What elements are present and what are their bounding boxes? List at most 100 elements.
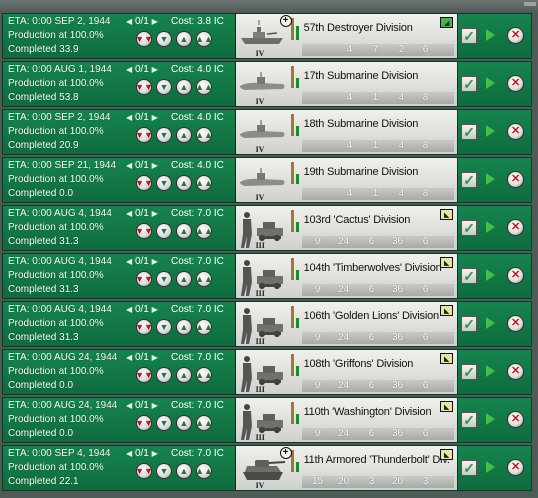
double-down-arrow-icon[interactable]: ▼▼ bbox=[135, 79, 153, 95]
close-icon[interactable]: ✕ bbox=[507, 123, 525, 140]
down-arrow-icon[interactable]: ▼ bbox=[156, 271, 172, 287]
up-arrow-icon[interactable]: ▲ bbox=[176, 127, 192, 143]
unit-card[interactable]: III 110th 'Washington' Division 9 24 6 36 6 … bbox=[234, 398, 458, 442]
unit-card[interactable]: IV 19th Submarine Division 4 1 4 8 bbox=[234, 158, 458, 202]
double-up-arrow-icon[interactable]: ▲▲ bbox=[195, 271, 213, 287]
unit-card[interactable]: III 103rd 'Cactus' Division 9 24 6 36 6 ◣ bbox=[234, 206, 458, 250]
double-up-arrow-icon[interactable]: ▲▲ bbox=[195, 319, 213, 335]
check-icon[interactable]: ✓ bbox=[461, 172, 478, 188]
check-icon[interactable]: ✓ bbox=[461, 124, 478, 140]
double-up-arrow-icon[interactable]: ▲▲ bbox=[195, 367, 213, 383]
down-arrow-icon[interactable]: ▼ bbox=[156, 31, 172, 47]
quantity-decrease-arrow[interactable]: ◀ bbox=[126, 401, 132, 410]
play-icon[interactable] bbox=[486, 221, 496, 233]
check-icon[interactable]: ✓ bbox=[461, 220, 478, 236]
down-arrow-icon[interactable]: ▼ bbox=[156, 127, 172, 143]
down-arrow-icon[interactable]: ▼ bbox=[156, 175, 172, 191]
play-icon[interactable] bbox=[486, 77, 496, 89]
quantity-decrease-arrow[interactable]: ◀ bbox=[126, 113, 132, 122]
quantity-increase-arrow[interactable]: ▶ bbox=[152, 209, 158, 218]
double-down-arrow-icon[interactable]: ▼▼ bbox=[135, 127, 153, 143]
double-down-arrow-icon[interactable]: ▼▼ bbox=[135, 319, 153, 335]
close-icon[interactable]: ✕ bbox=[507, 75, 525, 92]
play-icon[interactable] bbox=[486, 461, 496, 473]
double-down-arrow-icon[interactable]: ▼▼ bbox=[135, 31, 153, 47]
check-icon[interactable]: ✓ bbox=[461, 412, 478, 428]
check-icon[interactable]: ✓ bbox=[461, 460, 478, 476]
unit-card[interactable]: III 108th 'Griffons' Division 9 24 6 36 6 ◣ bbox=[234, 350, 458, 394]
close-icon[interactable]: ✕ bbox=[507, 315, 525, 332]
double-down-arrow-icon[interactable]: ▼▼ bbox=[135, 223, 153, 239]
unit-card[interactable]: IV 57th Destroyer Division 4 7 2 6 ◢ + bbox=[234, 14, 458, 58]
quantity-increase-arrow[interactable]: ▶ bbox=[152, 305, 158, 314]
quantity-increase-arrow[interactable]: ▶ bbox=[152, 401, 158, 410]
up-arrow-icon[interactable]: ▲ bbox=[176, 415, 192, 431]
unit-card[interactable]: III 106th 'Golden Lions' Division 9 24 6 36… bbox=[234, 302, 458, 346]
quantity-decrease-arrow[interactable]: ◀ bbox=[126, 305, 132, 314]
double-down-arrow-icon[interactable]: ▼▼ bbox=[135, 175, 153, 191]
quantity-increase-arrow[interactable]: ▶ bbox=[152, 161, 158, 170]
double-up-arrow-icon[interactable]: ▲▲ bbox=[195, 223, 213, 239]
up-arrow-icon[interactable]: ▲ bbox=[176, 79, 192, 95]
play-icon[interactable] bbox=[486, 29, 496, 41]
check-icon[interactable]: ✓ bbox=[461, 268, 478, 284]
double-down-arrow-icon[interactable]: ▼▼ bbox=[135, 367, 153, 383]
double-up-arrow-icon[interactable]: ▲▲ bbox=[195, 463, 213, 479]
double-up-arrow-icon[interactable]: ▲▲ bbox=[195, 31, 213, 47]
up-arrow-icon[interactable]: ▲ bbox=[176, 223, 192, 239]
down-arrow-icon[interactable]: ▼ bbox=[156, 367, 172, 383]
quantity-increase-arrow[interactable]: ▶ bbox=[152, 17, 158, 26]
up-arrow-icon[interactable]: ▲ bbox=[176, 463, 192, 479]
down-arrow-icon[interactable]: ▼ bbox=[156, 415, 172, 431]
quantity-increase-arrow[interactable]: ▶ bbox=[152, 449, 158, 458]
check-icon[interactable]: ✓ bbox=[461, 316, 478, 332]
close-icon[interactable]: ✕ bbox=[507, 363, 525, 380]
quantity-decrease-arrow[interactable]: ◀ bbox=[126, 353, 132, 362]
close-icon[interactable]: ✕ bbox=[507, 459, 525, 476]
play-icon[interactable] bbox=[486, 269, 496, 281]
quantity-decrease-arrow[interactable]: ◀ bbox=[126, 65, 132, 74]
quantity-decrease-arrow[interactable]: ◀ bbox=[126, 257, 132, 266]
up-arrow-icon[interactable]: ▲ bbox=[176, 31, 192, 47]
double-up-arrow-icon[interactable]: ▲▲ bbox=[195, 175, 213, 191]
unit-card[interactable]: IV 18th Submarine Division 4 1 4 8 bbox=[234, 110, 458, 154]
double-up-arrow-icon[interactable]: ▲▲ bbox=[195, 415, 213, 431]
play-icon[interactable] bbox=[486, 413, 496, 425]
down-arrow-icon[interactable]: ▼ bbox=[156, 79, 172, 95]
close-icon[interactable]: ✕ bbox=[507, 27, 525, 44]
unit-card[interactable]: III 104th 'Timberwolves' Division 9 24 6 36… bbox=[234, 254, 458, 298]
double-up-arrow-icon[interactable]: ▲▲ bbox=[195, 79, 213, 95]
quantity-increase-arrow[interactable]: ▶ bbox=[152, 353, 158, 362]
play-icon[interactable] bbox=[486, 365, 496, 377]
play-icon[interactable] bbox=[486, 173, 496, 185]
close-icon[interactable]: ✕ bbox=[507, 171, 525, 188]
check-icon[interactable]: ✓ bbox=[461, 28, 478, 44]
quantity-decrease-arrow[interactable]: ◀ bbox=[126, 17, 132, 26]
double-up-arrow-icon[interactable]: ▲▲ bbox=[195, 127, 213, 143]
down-arrow-icon[interactable]: ▼ bbox=[156, 319, 172, 335]
check-icon[interactable]: ✓ bbox=[461, 364, 478, 380]
up-arrow-icon[interactable]: ▲ bbox=[176, 271, 192, 287]
double-down-arrow-icon[interactable]: ▼▼ bbox=[135, 463, 153, 479]
quantity-decrease-arrow[interactable]: ◀ bbox=[126, 161, 132, 170]
double-down-arrow-icon[interactable]: ▼▼ bbox=[135, 415, 153, 431]
unit-card[interactable]: IV 17th Submarine Division 4 1 4 8 bbox=[234, 62, 458, 106]
up-arrow-icon[interactable]: ▲ bbox=[176, 319, 192, 335]
close-icon[interactable]: ✕ bbox=[507, 411, 525, 428]
close-icon[interactable]: ✕ bbox=[507, 219, 525, 236]
double-down-arrow-icon[interactable]: ▼▼ bbox=[135, 271, 153, 287]
quantity-decrease-arrow[interactable]: ◀ bbox=[126, 209, 132, 218]
down-arrow-icon[interactable]: ▼ bbox=[156, 463, 172, 479]
close-icon[interactable]: ✕ bbox=[507, 267, 525, 284]
quantity-increase-arrow[interactable]: ▶ bbox=[152, 257, 158, 266]
check-icon[interactable]: ✓ bbox=[461, 76, 478, 92]
up-arrow-icon[interactable]: ▲ bbox=[176, 175, 192, 191]
up-arrow-icon[interactable]: ▲ bbox=[176, 367, 192, 383]
down-arrow-icon[interactable]: ▼ bbox=[156, 223, 172, 239]
quantity-decrease-arrow[interactable]: ◀ bbox=[126, 449, 132, 458]
quantity-increase-arrow[interactable]: ▶ bbox=[152, 65, 158, 74]
play-icon[interactable] bbox=[486, 317, 496, 329]
quantity-increase-arrow[interactable]: ▶ bbox=[152, 113, 158, 122]
unit-card[interactable]: IV 11th Armored 'Thunderbolt' Div. 15 20 3… bbox=[234, 446, 458, 490]
play-icon[interactable] bbox=[486, 125, 496, 137]
